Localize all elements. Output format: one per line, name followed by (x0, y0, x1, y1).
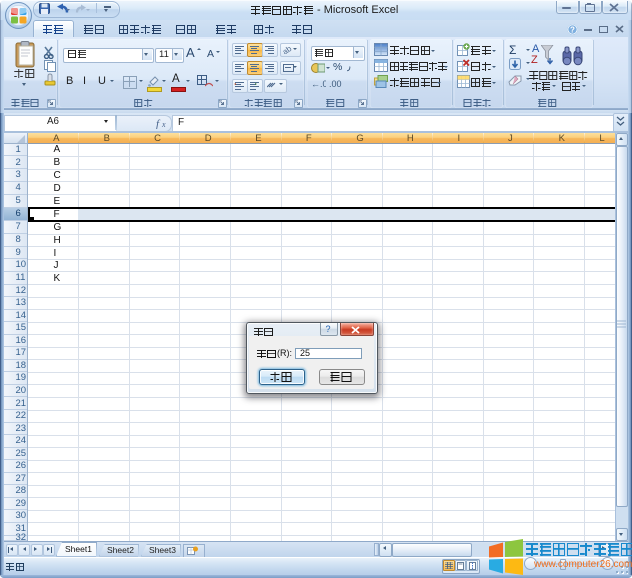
svg-text:f: f (156, 118, 161, 129)
svg-text:.00: .00 (329, 79, 342, 89)
svg-text:ab: ab (283, 45, 294, 54)
svg-text:x: x (161, 120, 166, 129)
svg-text:←.0: ←.0 (311, 79, 326, 89)
svg-text:?: ? (570, 25, 575, 34)
